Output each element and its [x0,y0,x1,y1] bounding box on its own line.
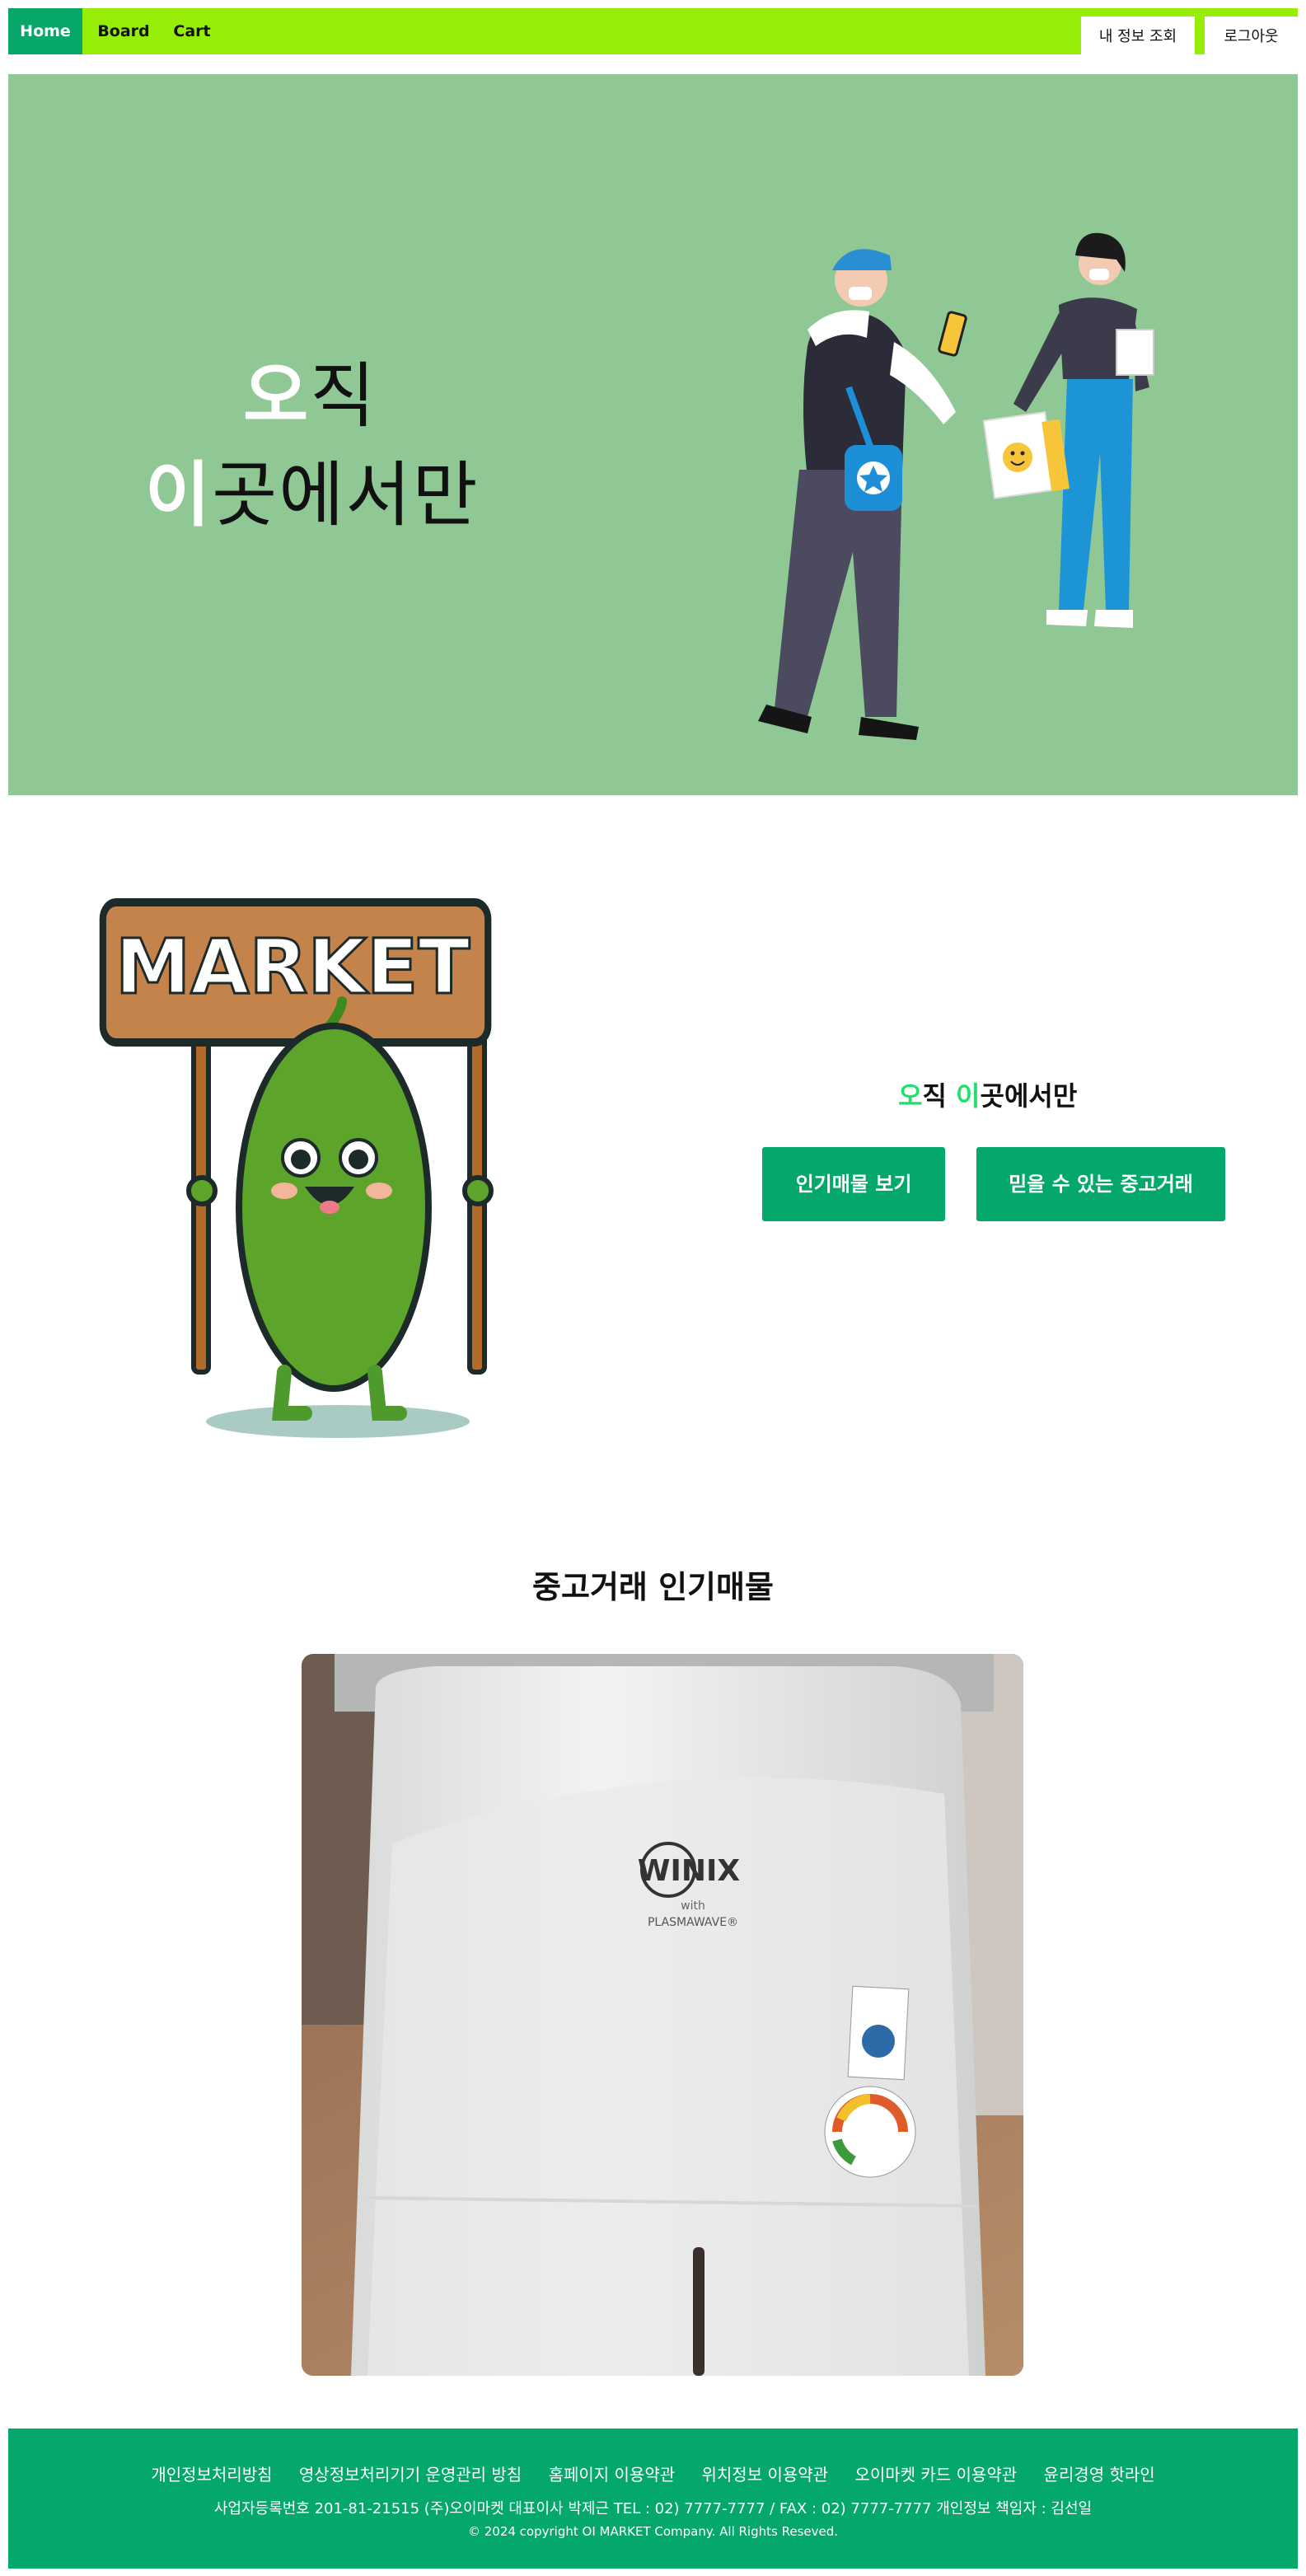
product-sub-text-1: with [681,1899,705,1913]
footer-link-location-terms[interactable]: 위치정보 이용약관 [702,2465,829,2485]
promo-title: 오직 이곳에서만 [898,1075,1077,1113]
my-info-button[interactable]: 내 정보 조회 [1081,16,1195,58]
footer-link-card-terms[interactable]: 오이마켓 카드 이용약관 [854,2465,1017,2485]
nav-board[interactable]: Board [91,8,157,54]
shoppers-illustration [758,232,1154,740]
promo-title-highlight-2: 이 [956,1080,981,1112]
man-figure [758,249,967,740]
footer-company-info: 사업자등록번호 201-81-21515 (주)오이마켓 대표이사 박제근 TE… [213,2500,1093,2517]
hero-text-1: 직 [310,355,377,438]
promo-title-highlight-1: 오 [898,1080,923,1112]
footer-link-terms[interactable]: 홈페이지 이용약관 [549,2465,676,2485]
hero-line-2: 이곳에서만 [145,437,480,540]
woman-figure [982,232,1154,628]
nav-cart[interactable]: Cart [163,8,221,54]
top-nav: Home Board Cart 내 정보 조회 로그아웃 [8,8,1298,58]
mascot-sign-text: MARKET [115,923,470,1011]
promo-title-text-2: 곳에서만 [980,1080,1078,1112]
cucumber-mascot: MARKET [99,898,494,1438]
footer-link-cctv-policy[interactable]: 영상정보처리기기 운영관리 방침 [299,2465,522,2485]
popular-items-button[interactable]: 인기매물 보기 [762,1147,945,1221]
hero-highlight-2: 이 [145,454,213,536]
product-brand-text: WINIX [638,1854,741,1888]
promo-title-text-1: 직 [922,1080,957,1112]
popular-section-title: 중고거래 인기매물 [532,1569,774,1605]
logout-button[interactable]: 로그아웃 [1205,16,1298,58]
hero-line-1: 오직 [243,338,377,441]
footer-link-privacy[interactable]: 개인정보처리방침 [151,2465,272,2485]
footer: 개인정보처리방침 영상정보처리기기 운영관리 방침 홈페이지 이용약관 위치정보… [8,2428,1298,2569]
nav-home[interactable]: Home [8,8,82,54]
trusted-trade-button[interactable]: 믿을 수 있는 중고거래 [976,1147,1225,1221]
popular-product-card[interactable]: WINIX with PLASMAWAVE® [302,1654,1023,2376]
footer-link-ethics-hotline[interactable]: 윤리경영 핫라인 [1044,2465,1155,2485]
product-image[interactable]: WINIX with PLASMAWAVE® [302,1654,1023,2376]
footer-links: 개인정보처리방침 영상정보처리기기 운영관리 방침 홈페이지 이용약관 위치정보… [8,2461,1298,2485]
footer-copyright: © 2024 copyright OI MARKET Company. All … [467,2524,839,2539]
hero-highlight-1: 오 [243,355,311,438]
product-sub-text-2: PLASMAWAVE® [648,1916,738,1929]
hero-banner: 오직 이곳에서만 [8,74,1298,795]
hero-text-2: 곳에서만 [212,454,480,536]
